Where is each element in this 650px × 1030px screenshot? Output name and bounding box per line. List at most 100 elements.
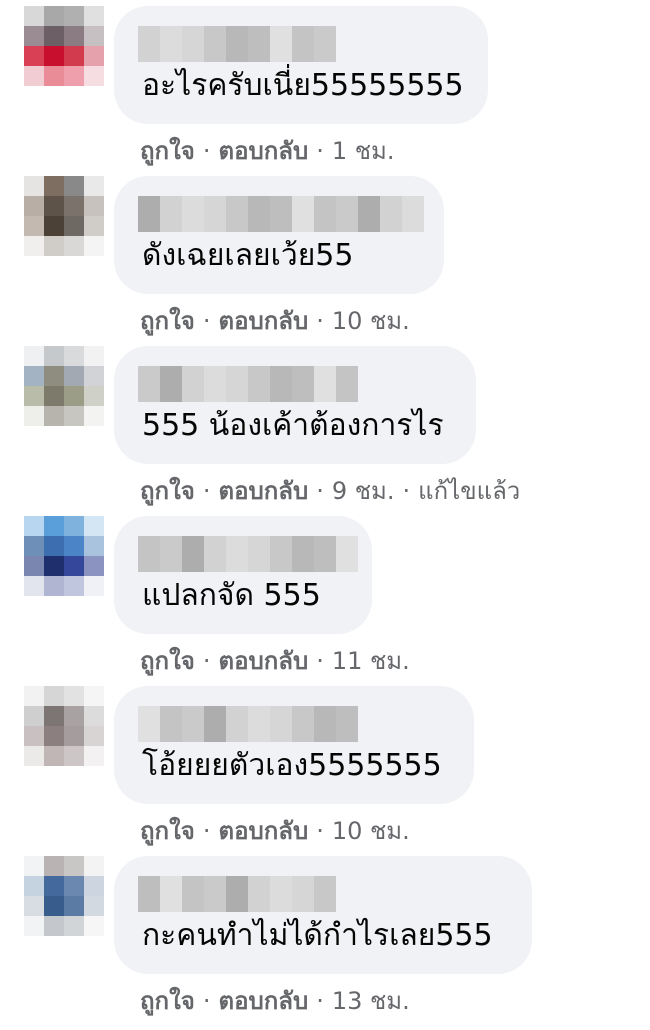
avatar-pixel: [84, 176, 104, 196]
avatar-pixel: [84, 236, 104, 256]
commenter-name-blurred[interactable]: [138, 26, 336, 62]
avatar[interactable]: [24, 686, 104, 766]
commenter-name-blurred[interactable]: [138, 196, 424, 232]
name-blur-block: [182, 876, 204, 912]
avatar-pixel: [84, 746, 104, 766]
separator-dot: ·: [202, 477, 211, 505]
avatar-pixel: [64, 236, 84, 256]
timestamp-link[interactable]: 9 ชม.: [332, 477, 395, 505]
name-blur-block: [160, 26, 182, 62]
avatar-pixel: [24, 26, 44, 46]
avatar-pixel: [24, 896, 44, 916]
edited-label[interactable]: แก้ไขแล้ว: [418, 477, 520, 505]
avatar-pixel: [44, 236, 64, 256]
commenter-name-blurred[interactable]: [138, 706, 358, 742]
timestamp-link[interactable]: 10 ชม.: [332, 307, 410, 335]
separator-dot: ·: [316, 647, 324, 675]
avatar-pixel: [84, 856, 104, 876]
reply-button[interactable]: ตอบกลับ: [218, 307, 308, 335]
timestamp-link[interactable]: 1 ชม.: [332, 137, 395, 165]
avatar-pixel: [84, 726, 104, 746]
name-blur-block: [314, 876, 336, 912]
avatar-pixel: [24, 196, 44, 216]
reply-button[interactable]: ตอบกลับ: [218, 137, 308, 165]
name-blur-block: [248, 536, 270, 572]
name-blur-block: [226, 196, 248, 232]
name-blur-block: [138, 536, 160, 572]
avatar-pixel: [24, 536, 44, 556]
comment-bubble: อะไรครับเนี่ย55555555: [114, 6, 488, 124]
like-button[interactable]: ถูกใจ: [140, 817, 195, 845]
comment-actions: ถูกใจ · ตอบกลับ · 10 ชม.: [140, 816, 410, 846]
timestamp-link[interactable]: 10 ชม.: [332, 817, 410, 845]
like-button[interactable]: ถูกใจ: [140, 647, 195, 675]
avatar-pixel: [24, 406, 44, 426]
avatar-pixel: [64, 196, 84, 216]
avatar-pixel: [64, 706, 84, 726]
like-button[interactable]: ถูกใจ: [140, 307, 195, 335]
avatar-pixel: [64, 576, 84, 596]
avatar-pixel: [64, 26, 84, 46]
name-blur-block: [270, 876, 292, 912]
avatar-pixel: [44, 366, 64, 386]
avatar-pixel: [64, 516, 84, 536]
avatar[interactable]: [24, 6, 104, 86]
avatar-pixel: [64, 536, 84, 556]
name-blur-block: [292, 366, 314, 402]
name-blur-block: [160, 536, 182, 572]
name-blur-block: [182, 26, 204, 62]
name-blur-block: [248, 876, 270, 912]
avatar-pixel: [84, 216, 104, 236]
avatar[interactable]: [24, 856, 104, 936]
name-blur-block: [248, 706, 270, 742]
avatar-pixel: [84, 686, 104, 706]
avatar-pixel: [64, 386, 84, 406]
name-blur-block: [270, 26, 292, 62]
reply-button[interactable]: ตอบกลับ: [218, 987, 308, 1015]
avatar-pixel: [64, 176, 84, 196]
comment-text: ดังเฉยเลยเว้ย55: [142, 238, 354, 273]
comment-actions: ถูกใจ · ตอบกลับ · 1 ชม.: [140, 136, 394, 166]
comment-bubble: กะคนทำไม่ได้กำไรเลย555: [114, 856, 532, 974]
like-button[interactable]: ถูกใจ: [140, 137, 195, 165]
name-blur-block: [204, 196, 226, 232]
avatar-pixel: [64, 876, 84, 896]
timestamp-link[interactable]: 11 ชม.: [332, 647, 410, 675]
reply-button[interactable]: ตอบกลับ: [218, 647, 308, 675]
avatar-pixel: [44, 196, 64, 216]
avatar-pixel: [24, 516, 44, 536]
avatar-pixel: [64, 346, 84, 366]
like-button[interactable]: ถูกใจ: [140, 987, 195, 1015]
comment-actions: ถูกใจ · ตอบกลับ · 11 ชม.: [140, 646, 410, 676]
commenter-name-blurred[interactable]: [138, 366, 358, 402]
avatar[interactable]: [24, 516, 104, 596]
avatar-pixel: [24, 686, 44, 706]
comment-bubble: โอ้ยยยตัวเอง5555555: [114, 686, 474, 804]
like-button[interactable]: ถูกใจ: [140, 477, 195, 505]
avatar[interactable]: [24, 346, 104, 426]
avatar-pixel: [24, 746, 44, 766]
avatar-pixel: [64, 916, 84, 936]
avatar-pixel: [24, 706, 44, 726]
avatar-pixel: [84, 46, 104, 66]
name-blur-block: [292, 196, 314, 232]
reply-button[interactable]: ตอบกลับ: [218, 477, 308, 505]
avatar[interactable]: [24, 176, 104, 256]
avatar-pixel: [44, 386, 64, 406]
name-blur-block: [226, 26, 248, 62]
separator-dot: ·: [202, 987, 211, 1015]
name-blur-block: [314, 366, 336, 402]
separator-dot: ·: [316, 307, 324, 335]
name-blur-block: [292, 706, 314, 742]
commenter-name-blurred[interactable]: [138, 876, 336, 912]
comment-text: อะไรครับเนี่ย55555555: [142, 68, 464, 103]
commenter-name-blurred[interactable]: [138, 536, 358, 572]
name-blur-block: [204, 26, 226, 62]
reply-button[interactable]: ตอบกลับ: [218, 817, 308, 845]
timestamp-link[interactable]: 13 ชม.: [332, 987, 410, 1015]
avatar-pixel: [44, 66, 64, 86]
avatar-pixel: [84, 346, 104, 366]
name-blur-block: [270, 196, 292, 232]
avatar-pixel: [24, 66, 44, 86]
name-blur-block: [204, 706, 226, 742]
